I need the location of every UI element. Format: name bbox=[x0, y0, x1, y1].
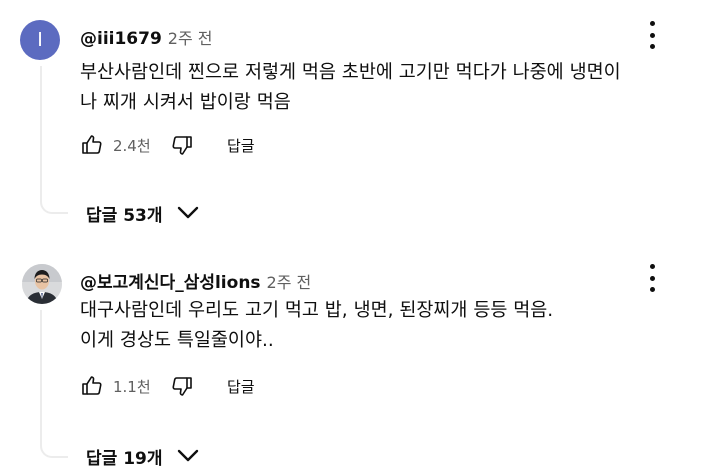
more-actions-button[interactable] bbox=[640, 264, 664, 292]
comment-time[interactable]: 2주 전 bbox=[267, 273, 312, 292]
reply-button[interactable]: 답글 bbox=[227, 135, 255, 156]
more-actions-button[interactable] bbox=[640, 21, 664, 49]
view-replies-button[interactable]: 답글 19개 bbox=[86, 441, 199, 471]
profile-photo bbox=[22, 264, 62, 304]
more-vertical-icon bbox=[649, 264, 655, 269]
avatar[interactable] bbox=[22, 264, 62, 304]
comment-actions: 2.4천 답글 bbox=[79, 131, 255, 159]
reply-button[interactable]: 답글 bbox=[227, 376, 255, 397]
dislike-button[interactable] bbox=[169, 373, 195, 399]
dislike-button[interactable] bbox=[169, 132, 195, 158]
comment-text-line: 부산사람인데 찐으로 저렇게 먹음 초반에 고기만 먹다가 나중에 냉면이 bbox=[80, 62, 621, 83]
chevron-down-icon bbox=[177, 449, 198, 462]
comments-section: I @iii1679 2주 전 부산사람인데 찐으로 저렇게 먹음 초반에 고기만… bbox=[0, 0, 717, 476]
thumb-up-icon bbox=[82, 135, 102, 154]
thread-line bbox=[40, 310, 68, 458]
thumb-down-icon bbox=[172, 136, 192, 155]
comment-text-line: 이게 경상도 특일줄이야.. bbox=[80, 330, 274, 351]
comment-actions: 1.1천 답글 bbox=[79, 372, 255, 400]
comment-header: @보고계신다_삼성lions 2주 전 bbox=[80, 268, 311, 293]
chevron-down-icon bbox=[177, 206, 198, 219]
thumb-down-icon bbox=[172, 377, 192, 396]
replies-count-label: 답글 53개 bbox=[86, 205, 163, 226]
replies-count-label: 답글 19개 bbox=[86, 448, 163, 469]
avatar[interactable]: I bbox=[20, 20, 60, 60]
like-count: 2.4천 bbox=[113, 136, 151, 155]
comment-text: 대구사람인데 우리도 고기 먹고 밥, 냉면, 된장찌개 등등 먹음. 이게 경… bbox=[80, 296, 553, 356]
comment-header: @iii1679 2주 전 bbox=[80, 25, 213, 49]
comment-text-line: 나 찌개 시켜서 밥이랑 먹음 bbox=[80, 92, 291, 113]
comment-time[interactable]: 2주 전 bbox=[168, 29, 213, 48]
like-button[interactable] bbox=[79, 373, 105, 399]
comment-text-line: 대구사람인데 우리도 고기 먹고 밥, 냉면, 된장찌개 등등 먹음. bbox=[80, 300, 554, 321]
more-vertical-icon bbox=[649, 21, 655, 26]
view-replies-button[interactable]: 답글 53개 bbox=[86, 198, 199, 228]
thread-line bbox=[40, 66, 68, 214]
author-name[interactable]: @iii1679 bbox=[80, 29, 162, 49]
like-button[interactable] bbox=[79, 132, 105, 158]
comment-text: 부산사람인데 찐으로 저렇게 먹음 초반에 고기만 먹다가 나중에 냉면이 나 … bbox=[80, 58, 621, 118]
thumb-up-icon bbox=[82, 376, 102, 395]
like-count: 1.1천 bbox=[113, 377, 151, 396]
author-name[interactable]: @보고계신다_삼성lions bbox=[80, 273, 261, 293]
